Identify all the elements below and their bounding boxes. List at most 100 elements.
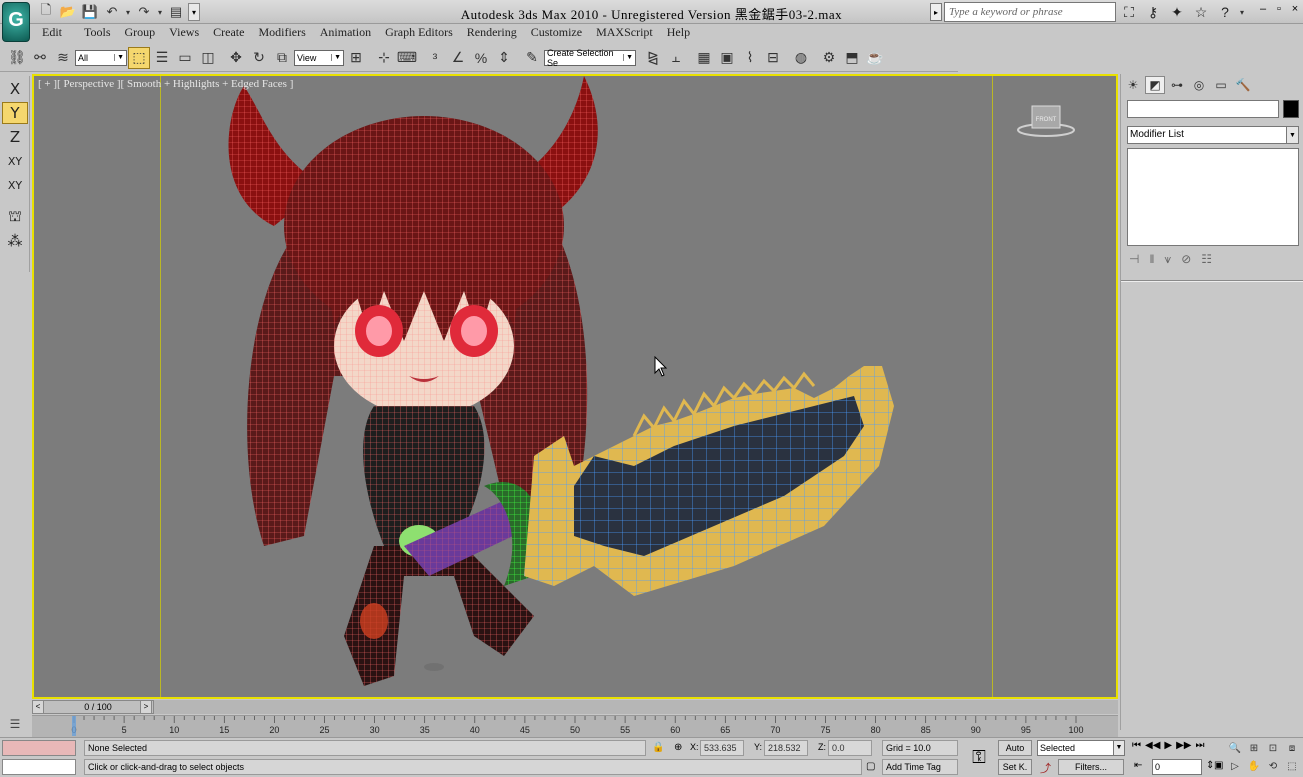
menu-maxscript[interactable]: MAXScript	[596, 24, 653, 42]
modifier-list-dropdown[interactable]: Modifier List ▼	[1127, 126, 1299, 144]
key-mode-toggle-icon[interactable]: ⇤	[1134, 760, 1142, 771]
named-selection-sets-dropdown[interactable]: Create Selection Se ▼	[544, 48, 636, 68]
z-coord-field[interactable]: 0.0	[828, 740, 872, 756]
keyboard-shortcut-override-icon[interactable]: ⌨	[396, 47, 418, 69]
search-expand-icon[interactable]: ▸	[930, 3, 942, 21]
open-mini-curve-editor-icon[interactable]: ☰	[6, 717, 24, 735]
axis-x-button[interactable]: X	[2, 78, 28, 100]
modifier-stack[interactable]	[1127, 148, 1299, 246]
angle-snap-icon[interactable]: ∠	[447, 47, 469, 69]
show-end-result-icon[interactable]: ‖	[1149, 252, 1154, 267]
help-dropdown-icon[interactable]: ▾	[1238, 3, 1246, 21]
render-production-icon[interactable]: ☕	[864, 47, 886, 69]
communication-center-icon[interactable]: ✦	[1166, 2, 1188, 22]
restore-button[interactable]: ▫	[1273, 3, 1285, 15]
binoculars-icon[interactable]: ⛶	[1118, 2, 1140, 22]
play-icon[interactable]: ▶	[1164, 740, 1172, 751]
modify-tab-icon[interactable]: ◩	[1145, 76, 1165, 94]
remove-modifier-icon[interactable]: ⊘	[1181, 252, 1191, 267]
track-bar[interactable]: 0510152025303540455055606570758085909510…	[32, 715, 1118, 737]
configure-modifier-sets-icon[interactable]: ☷	[1201, 252, 1212, 267]
display-tab-icon[interactable]: ▭	[1211, 76, 1231, 94]
snap-options-icon[interactable]: ⛫	[2, 206, 28, 228]
align-icon[interactable]: ⫠	[665, 47, 687, 69]
pin-stack-icon[interactable]: ⊣	[1129, 252, 1139, 267]
search-input[interactable]: Type a keyword or phrase	[944, 2, 1116, 22]
maxscript-listener-output[interactable]	[2, 740, 76, 756]
menu-create[interactable]: Create	[213, 24, 244, 42]
key-filter-dropdown[interactable]: Selected ▼	[1037, 740, 1125, 756]
window-crossing-icon[interactable]: ◫	[197, 47, 219, 69]
axis-z-button[interactable]: Z	[2, 126, 28, 148]
zoom-all-icon[interactable]: ⊞	[1245, 740, 1263, 757]
scene-model[interactable]	[34, 76, 1118, 699]
current-frame-field[interactable]: 0	[1152, 759, 1202, 775]
snaps-toggle-icon[interactable]: ³	[424, 47, 446, 69]
layer-manager-icon[interactable]: ▦	[693, 47, 715, 69]
menu-tools[interactable]: Tools	[84, 24, 111, 42]
zoom-icon[interactable]: 🔍	[1226, 740, 1244, 757]
make-unique-icon[interactable]: ⩛	[1164, 252, 1171, 267]
menu-rendering[interactable]: Rendering	[467, 24, 517, 42]
subscription-key-icon[interactable]: ⚷	[1142, 2, 1164, 22]
object-name-input[interactable]	[1127, 100, 1279, 118]
viewport-label[interactable]: [ + ][ Perspective ][ Smooth + Highlight…	[38, 78, 293, 90]
next-frame-icon[interactable]: ▶▶	[1176, 740, 1191, 751]
material-editor-icon[interactable]: ◍	[790, 47, 812, 69]
axis-xy-button[interactable]: XY	[2, 150, 28, 172]
app-menu-button[interactable]: G	[2, 2, 30, 42]
zoom-extents-all-icon[interactable]: ⧈	[1283, 740, 1301, 757]
go-to-start-icon[interactable]: ⏮	[1132, 740, 1141, 751]
close-button[interactable]: ×	[1289, 3, 1301, 15]
menu-customize[interactable]: Customize	[531, 24, 582, 42]
rendered-frame-window-icon[interactable]: ⬒	[841, 47, 863, 69]
x-coord-field[interactable]: 533.635	[700, 740, 744, 756]
pan-icon[interactable]: ✋	[1245, 758, 1263, 775]
rectangular-selection-icon[interactable]: ▭	[174, 47, 196, 69]
menu-edit[interactable]: Edit	[42, 24, 62, 42]
select-and-rotate-icon[interactable]: ↻	[248, 47, 270, 69]
menu-animation[interactable]: Animation	[320, 24, 371, 42]
y-coord-field[interactable]: 218.532	[764, 740, 808, 756]
minimize-button[interactable]: –	[1257, 3, 1269, 15]
field-of-view-icon[interactable]: ▷	[1226, 758, 1244, 775]
absolute-offset-mode-icon[interactable]: ⊕	[674, 742, 682, 753]
orbit-icon[interactable]: ⟲	[1264, 758, 1282, 775]
motion-tab-icon[interactable]: ◎	[1189, 76, 1209, 94]
unlink-icon[interactable]: ⚯	[29, 47, 51, 69]
time-slider-thumb[interactable]: 0 / 100	[42, 700, 154, 714]
viewcube-icon[interactable]: FRONT	[1016, 102, 1076, 142]
add-time-tag-button[interactable]: Add Time Tag	[882, 759, 958, 775]
select-and-manipulate-icon[interactable]: ⊹	[373, 47, 395, 69]
time-slider[interactable]: 0 / 100 < >	[32, 700, 1118, 714]
maxscript-listener-input[interactable]	[2, 759, 76, 775]
percent-snap-icon[interactable]: %	[470, 47, 492, 69]
time-slider-prev-icon[interactable]: <	[32, 700, 44, 714]
menu-group[interactable]: Group	[125, 24, 156, 42]
menu-modifiers[interactable]: Modifiers	[258, 24, 305, 42]
select-and-link-icon[interactable]: ⛓	[6, 47, 28, 69]
utilities-tab-icon[interactable]: 🔨	[1233, 76, 1253, 94]
set-key-button[interactable]: Set K.	[998, 759, 1032, 775]
selection-lock-icon[interactable]: 🔒	[652, 742, 664, 753]
default-in-out-tangents-icon[interactable]: ⤴	[1040, 760, 1051, 776]
set-key-icon[interactable]: ⚿	[962, 740, 996, 774]
render-setup-icon[interactable]: ⚙	[818, 47, 840, 69]
select-and-scale-icon[interactable]: ⧉	[271, 47, 293, 69]
object-color-swatch[interactable]	[1283, 100, 1299, 118]
curve-editor-icon[interactable]: ⌇	[739, 47, 761, 69]
perspective-viewport[interactable]: [ + ][ Perspective ][ Smooth + Highlight…	[32, 74, 1118, 699]
menu-graph-editors[interactable]: Graph Editors	[385, 24, 453, 42]
reference-coordinate-dropdown[interactable]: View ▼	[294, 49, 344, 66]
auto-key-button[interactable]: Auto	[998, 740, 1032, 756]
time-configuration-icon[interactable]: ▣	[1214, 760, 1223, 771]
previous-frame-icon[interactable]: ◀◀	[1145, 740, 1160, 751]
favorites-star-icon[interactable]: ☆	[1190, 2, 1212, 22]
select-and-move-icon[interactable]: ✥	[225, 47, 247, 69]
selection-filter-dropdown[interactable]: All ▼	[75, 49, 127, 66]
go-to-end-icon[interactable]: ⏭	[1195, 740, 1204, 751]
edit-named-selections-icon[interactable]: ✎	[521, 47, 543, 69]
create-tab-icon[interactable]: ☀	[1123, 76, 1143, 94]
menu-help[interactable]: Help	[667, 24, 690, 42]
select-object-icon[interactable]: ⬚	[128, 46, 150, 69]
